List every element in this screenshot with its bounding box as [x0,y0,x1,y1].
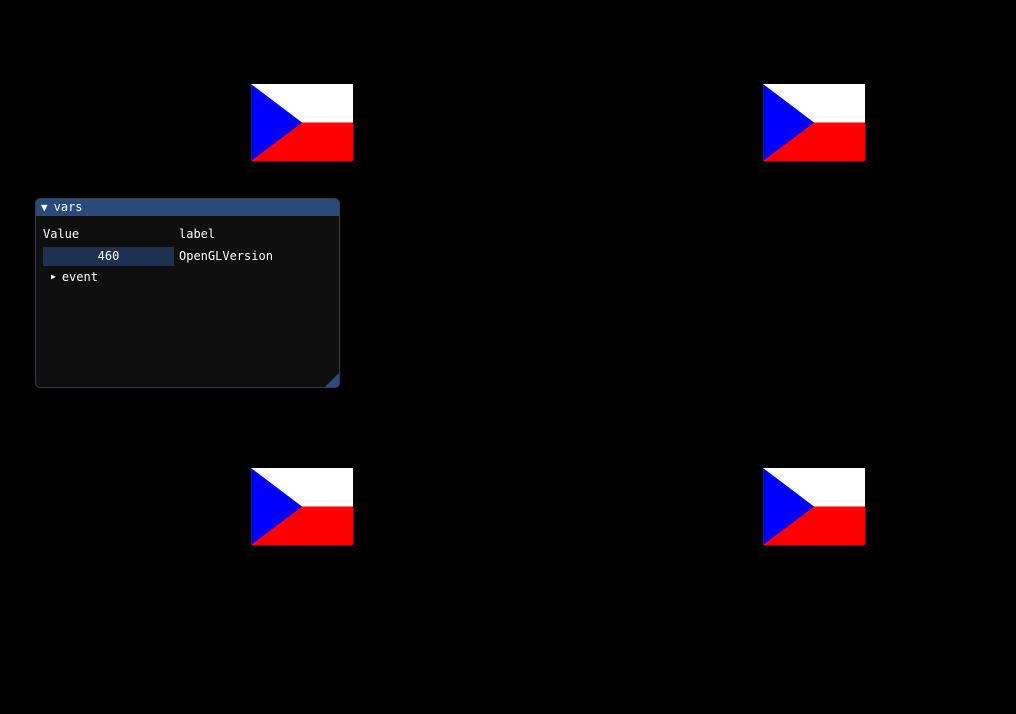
resize-grip[interactable] [325,373,339,387]
window-title: vars [53,200,83,214]
czech-flag-graphic [251,84,353,161]
czech-flag-graphic [763,84,865,161]
event-tree-node[interactable]: ▶ event [51,269,98,285]
czech-flag-top-right [763,84,865,161]
czech-flag-graphic [763,468,865,545]
triangle-down-icon[interactable]: ▼ [41,199,48,216]
vars-window[interactable]: ▼ vars Value label 460 OpenGLVersion ▶ e… [35,198,340,388]
render-canvas: ▼ vars Value label 460 OpenGLVersion ▶ e… [0,0,1016,714]
czech-flag-bottom-left [251,468,353,545]
opengl-version-label: OpenGLVersion [179,249,273,263]
opengl-version-input[interactable]: 460 [43,247,174,266]
value-column-header: Value [43,227,80,241]
label-column-header: label [179,227,216,241]
opengl-version-row: 460 OpenGLVersion [43,247,333,266]
event-tree-label: event [61,270,98,284]
czech-flag-bottom-right [763,468,865,545]
window-title-bar[interactable]: ▼ vars [36,199,339,216]
czech-flag-graphic [251,468,353,545]
triangle-right-icon[interactable]: ▶ [51,269,56,285]
czech-flag-top-left [251,84,353,161]
column-header-row: Value label [43,227,333,243]
